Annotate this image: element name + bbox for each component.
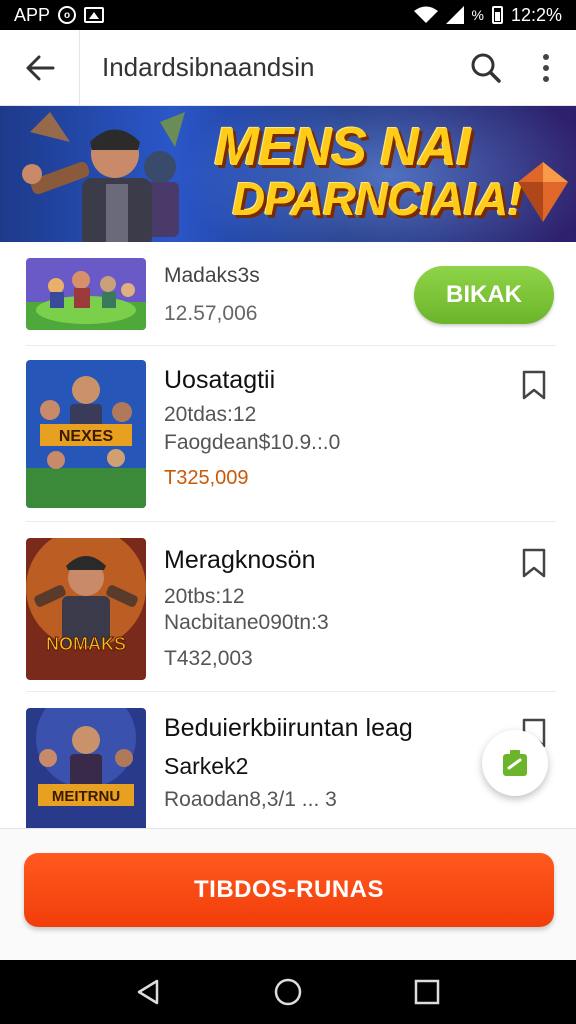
nav-home-button[interactable]: [268, 972, 308, 1012]
banner-headline: MENS NAI: [214, 117, 471, 177]
toolbar: Indardsibnaandsin: [0, 29, 576, 106]
battery-icon: [491, 6, 503, 24]
promo-banner[interactable]: MENS NAI DPARNCIAIA!: [0, 106, 576, 242]
row-text: Beduierkbiiruntan leag Sarkek2 Roaodan8,…: [164, 714, 413, 812]
system-nav-bar: [0, 960, 576, 1024]
app-price: T432,003: [164, 647, 253, 670]
app-meta: 20tdas:12: [164, 403, 257, 426]
thumb-label: NEXES: [59, 428, 114, 445]
status-right: % 12:2%: [413, 4, 562, 26]
back-triangle-icon: [138, 979, 159, 1005]
nav-recents-button[interactable]: [407, 972, 447, 1012]
circle-icon: o: [58, 6, 77, 24]
status-percent: %: [471, 7, 484, 23]
app-detail: Faogdean$10.9.:.0: [164, 431, 341, 454]
list-item[interactable]: NEXES Uosatagtii 20tdas:12 Faogdean$10.9…: [26, 346, 556, 522]
install-button[interactable]: BIKAK: [414, 266, 554, 324]
hero-characters-illustration: [22, 112, 185, 242]
banner-subheadline: DPARNCIAIA!: [232, 173, 523, 225]
gem-icon: [518, 162, 568, 222]
search-icon: [471, 53, 501, 83]
row-text: Uosatagtii 20tdas:12 Faogdean$10.9.:.0 T…: [164, 366, 340, 490]
app-thumbnail: MEITRNU: [26, 708, 146, 828]
app-price: T325,009: [164, 467, 249, 489]
bookmark-icon[interactable]: [520, 370, 548, 400]
app-thumbnail: NOMAKS: [26, 538, 146, 680]
download-icon: [503, 750, 527, 776]
home-circle-icon: [274, 978, 302, 1006]
status-bar: APP o % 12:2%: [0, 0, 576, 30]
more-options-button[interactable]: [516, 30, 576, 106]
thumb-label: NOMAKS: [46, 634, 126, 654]
app-name: Madaks3s: [164, 264, 260, 287]
app-name: Meragknosön: [164, 546, 316, 574]
row-text: Madaks3s 12.57,006: [164, 264, 260, 326]
primary-cta-button[interactable]: TIBDOS-RUNAS: [24, 853, 554, 927]
app-thumbnail: [26, 258, 146, 330]
back-button[interactable]: [0, 29, 80, 106]
nav-back-button[interactable]: [129, 972, 169, 1012]
search-button[interactable]: [456, 30, 516, 106]
status-left: APP o: [14, 4, 105, 26]
list-item[interactable]: MEITRNU Beduierkbiiruntan leag Sarkek2 R…: [26, 692, 556, 828]
list-item[interactable]: NOMAKS Meragknosön 20tbs:12 Nacbitane090…: [26, 522, 556, 692]
signal-icon: [445, 6, 464, 24]
recents-square-icon: [414, 979, 439, 1005]
app-name: Uosatagtii: [164, 366, 276, 394]
thumb-label: MEITRNU: [52, 788, 120, 805]
app-detail: Roaodan8,3/1 ... 3: [164, 788, 337, 811]
app-thumbnail: NEXES: [26, 360, 146, 508]
floating-action-button[interactable]: [482, 730, 548, 796]
app-meta: Sarkek2: [164, 753, 249, 779]
wifi-icon: [413, 6, 438, 23]
status-app-label: APP: [14, 4, 51, 25]
list-item[interactable]: Madaks3s 12.57,006 BIKAK: [26, 246, 556, 346]
more-vert-icon: [543, 53, 549, 82]
status-time: 12:2%: [510, 4, 562, 25]
bottom-panel: TIBDOS-RUNAS: [0, 828, 576, 960]
image-icon: [84, 7, 105, 23]
app-meta: 20tbs:12: [164, 585, 245, 608]
back-arrow-icon: [26, 55, 54, 80]
app-count: 12.57,006: [164, 302, 258, 325]
page-title: Indardsibnaandsin: [102, 52, 315, 82]
app-detail: Nacbitane090tn:3: [164, 611, 329, 634]
bookmark-icon[interactable]: [520, 548, 548, 578]
row-text: Meragknosön 20tbs:12 Nacbitane090tn:3 T4…: [164, 546, 329, 671]
app-name: Beduierkbiiruntan leag: [164, 714, 413, 742]
